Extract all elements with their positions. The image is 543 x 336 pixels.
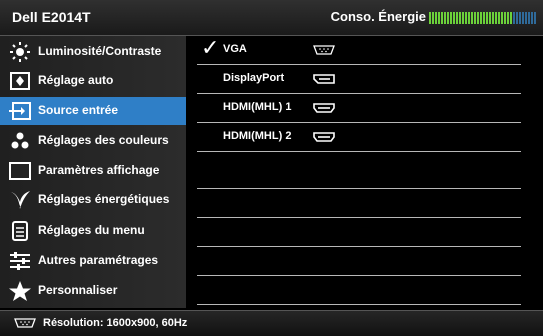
source-option-vga[interactable]: ✓ VGA bbox=[197, 36, 521, 65]
empty-option-row bbox=[197, 189, 521, 218]
displayport-icon bbox=[313, 74, 335, 84]
energy-meter-segment bbox=[495, 12, 497, 24]
energy-consumption-label: Conso. Énergie bbox=[330, 9, 426, 24]
energy-meter-segment bbox=[453, 12, 455, 24]
menu-label-input-source: Source entrée bbox=[38, 103, 119, 117]
energy-meter-segment bbox=[432, 12, 434, 24]
energy-meter-segment bbox=[456, 12, 458, 24]
other-settings-icon bbox=[10, 252, 30, 270]
menu-label-menu-settings: Réglages du menu bbox=[38, 223, 145, 237]
main-menu: Luminosité/Contraste Réglage auto Source… bbox=[0, 36, 186, 308]
energy-meter-segment bbox=[429, 12, 431, 24]
hdmi-port-icon bbox=[313, 132, 335, 142]
energy-meter-segment bbox=[441, 12, 443, 24]
energy-meter-segment bbox=[513, 12, 515, 24]
energy-meter-segment bbox=[489, 12, 491, 24]
energy-meter-segment bbox=[516, 12, 518, 24]
energy-meter-segment bbox=[498, 12, 500, 24]
energy-meter-segment bbox=[462, 12, 464, 24]
menu-item-menu-settings[interactable]: Réglages du menu bbox=[0, 217, 186, 245]
menu-item-energy-settings[interactable]: Réglages énergétiques bbox=[0, 186, 186, 214]
energy-meter-segment bbox=[492, 12, 494, 24]
source-option-displayport[interactable]: DisplayPort bbox=[197, 65, 521, 94]
energy-meter-segment bbox=[486, 12, 488, 24]
menu-item-other-settings[interactable]: Autres paramétrages bbox=[0, 247, 186, 275]
menu-item-color-settings[interactable]: Réglages des couleurs bbox=[0, 127, 186, 155]
menu-label-other-settings: Autres paramétrages bbox=[38, 253, 159, 267]
source-option-label: DisplayPort bbox=[223, 72, 285, 84]
brightness-icon bbox=[10, 42, 30, 62]
energy-meter-segment bbox=[465, 12, 467, 24]
menu-label-color-settings: Réglages des couleurs bbox=[38, 133, 169, 147]
menu-item-display-settings[interactable]: Paramètres affichage bbox=[0, 157, 186, 185]
energy-meter bbox=[429, 12, 536, 24]
menu-label-personalize: Personnaliser bbox=[38, 283, 118, 297]
energy-meter-segment bbox=[534, 12, 536, 24]
energy-meter-segment bbox=[510, 12, 512, 24]
energy-meter-segment bbox=[519, 12, 521, 24]
menu-label-display-settings: Paramètres affichage bbox=[38, 163, 160, 177]
menu-item-auto-adjust[interactable]: Réglage auto bbox=[0, 67, 186, 95]
menu-settings-icon bbox=[12, 221, 28, 241]
osd-header: Dell E2014T Conso. Énergie bbox=[0, 0, 543, 36]
energy-meter-segment bbox=[522, 12, 524, 24]
checkmark-icon: ✓ bbox=[201, 35, 220, 60]
source-option-label: HDMI(MHL) 1 bbox=[223, 101, 292, 113]
star-icon bbox=[9, 281, 31, 301]
energy-settings-icon bbox=[11, 191, 30, 209]
color-settings-icon bbox=[11, 132, 29, 149]
empty-option-row bbox=[197, 218, 521, 247]
menu-item-input-source[interactable]: Source entrée bbox=[0, 97, 186, 125]
source-option-hdmi-2[interactable]: HDMI(MHL) 2 bbox=[197, 123, 521, 152]
input-source-panel: ✓ VGA DisplayPort HDMI(MHL) 1 HDMI(MHL) … bbox=[187, 36, 543, 308]
energy-meter-segment bbox=[528, 12, 530, 24]
vga-port-icon bbox=[14, 318, 36, 328]
energy-meter-segment bbox=[483, 12, 485, 24]
energy-meter-segment bbox=[444, 12, 446, 24]
resolution-status: Résolution: 1600x900, 60Hz bbox=[43, 317, 188, 329]
menu-label-energy-settings: Réglages énergétiques bbox=[38, 192, 170, 206]
energy-meter-segment bbox=[471, 12, 473, 24]
empty-option-row bbox=[197, 160, 521, 189]
energy-meter-segment bbox=[450, 12, 452, 24]
menu-item-personalize[interactable]: Personnaliser bbox=[0, 277, 186, 305]
energy-meter-segment bbox=[459, 12, 461, 24]
display-settings-icon bbox=[9, 162, 31, 180]
energy-meter-segment bbox=[531, 12, 533, 24]
energy-meter-segment bbox=[468, 12, 470, 24]
energy-meter-segment bbox=[504, 12, 506, 24]
source-option-label: VGA bbox=[223, 43, 247, 55]
vga-port-icon bbox=[313, 45, 335, 55]
hdmi-port-icon bbox=[313, 103, 335, 113]
auto-adjust-icon bbox=[10, 72, 30, 90]
source-option-label: HDMI(MHL) 2 bbox=[223, 130, 292, 142]
energy-meter-segment bbox=[438, 12, 440, 24]
monitor-model-title: Dell E2014T bbox=[12, 9, 91, 25]
energy-meter-segment bbox=[507, 12, 509, 24]
osd-footer: Résolution: 1600x900, 60Hz bbox=[0, 310, 543, 336]
energy-meter-segment bbox=[435, 12, 437, 24]
energy-meter-segment bbox=[447, 12, 449, 24]
energy-meter-segment bbox=[480, 12, 482, 24]
monitor-osd: Dell E2014T Conso. Énergie Luminosité/Co… bbox=[0, 0, 543, 336]
energy-meter-segment bbox=[525, 12, 527, 24]
menu-label-brightness-contrast: Luminosité/Contraste bbox=[38, 44, 162, 58]
energy-meter-segment bbox=[474, 12, 476, 24]
menu-label-auto-adjust: Réglage auto bbox=[38, 73, 114, 87]
menu-item-brightness-contrast[interactable]: Luminosité/Contraste bbox=[0, 38, 186, 66]
input-source-icon bbox=[9, 102, 31, 120]
source-option-hdmi-1[interactable]: HDMI(MHL) 1 bbox=[197, 94, 521, 123]
energy-meter-segment bbox=[477, 12, 479, 24]
energy-meter-segment bbox=[501, 12, 503, 24]
empty-option-row bbox=[197, 247, 521, 276]
empty-option-row bbox=[197, 276, 521, 305]
